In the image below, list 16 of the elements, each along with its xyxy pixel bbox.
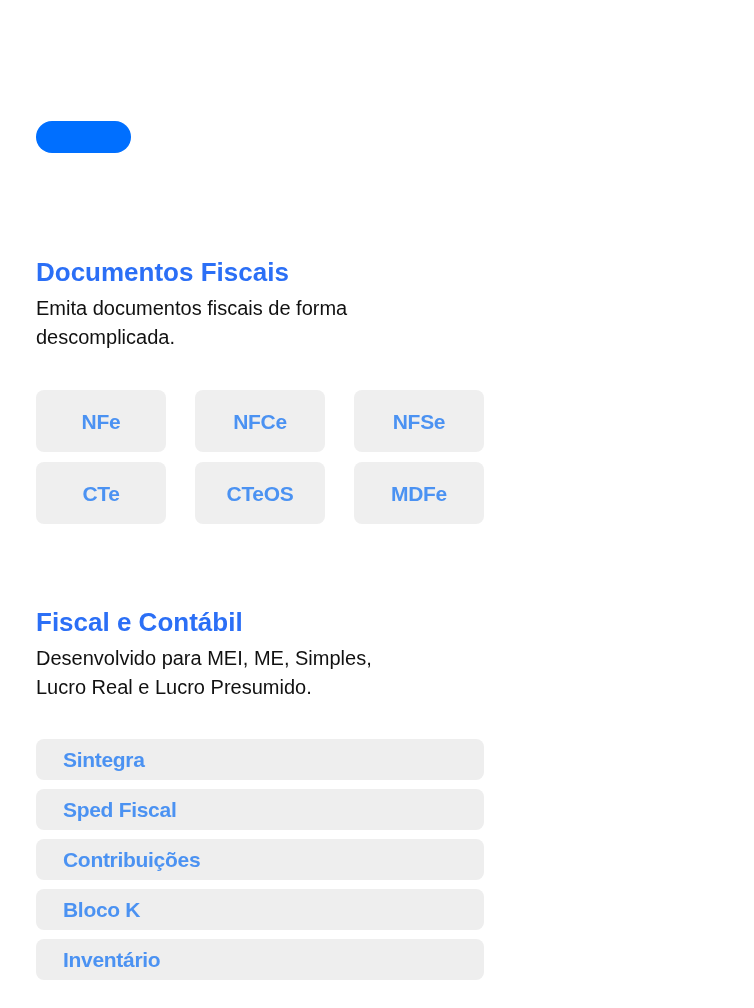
document-button[interactable]: NFCe	[195, 390, 325, 452]
list-item[interactable]: Inventário	[36, 939, 484, 980]
section-description: Emita documentos fiscais de forma descomplicada.	[36, 296, 349, 350]
document-button[interactable]: NFSe	[354, 390, 484, 452]
document-button[interactable]: CTeOS	[195, 462, 325, 524]
list-item[interactable]: Sintegra	[36, 739, 484, 780]
document-button[interactable]: CTe	[36, 462, 166, 524]
section-description: Desenvolvido para MEI, ME, Simples, Lucro Real e Lucro Presumido.	[36, 646, 373, 700]
list-item[interactable]: Bloco K	[36, 889, 484, 930]
action-button[interactable]	[36, 121, 131, 153]
document-button[interactable]: MDFe	[354, 462, 484, 524]
section-heading: Documentos Fiscais	[36, 256, 290, 288]
document-button[interactable]: NFe	[36, 390, 166, 452]
list-item[interactable]: Sped Fiscal	[36, 789, 484, 830]
section-heading: Fiscal e Contábil	[36, 606, 244, 638]
list-item[interactable]: Contribuições	[36, 839, 484, 880]
